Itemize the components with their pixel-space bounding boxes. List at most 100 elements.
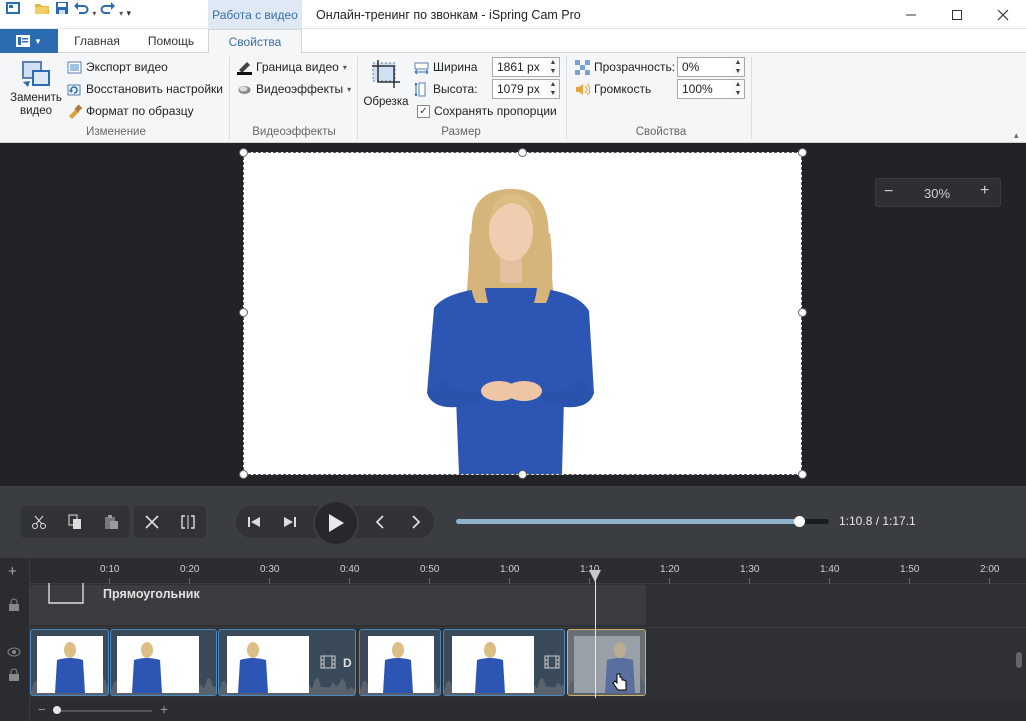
maximize-button[interactable]: [934, 0, 980, 29]
skip-to-end-button[interactable]: [272, 506, 308, 538]
context-tab-header: Работа с видео: [208, 0, 302, 29]
chevron-right-icon: [412, 515, 421, 529]
playhead-handle[interactable]: [589, 570, 601, 582]
replace-video-icon: [22, 61, 50, 87]
time-readout: 1:10.8 / 1:17.1: [839, 514, 916, 528]
minimize-button[interactable]: [888, 0, 934, 29]
video-clip-selected[interactable]: [567, 629, 646, 696]
group-divider: [566, 57, 567, 139]
skip-forward-icon: [284, 517, 296, 527]
copy-button[interactable]: [57, 506, 93, 538]
width-icon: [414, 62, 429, 74]
open-folder-icon[interactable]: [34, 0, 50, 16]
crop-button[interactable]: Обрезка: [362, 58, 410, 112]
ruler-tick-label: 0:50: [420, 564, 440, 575]
resize-handle[interactable]: [239, 148, 248, 157]
play-button[interactable]: [313, 500, 359, 546]
rectangle-shape-icon: [48, 583, 84, 604]
video-clip[interactable]: [359, 629, 441, 696]
delete-button[interactable]: [134, 506, 170, 538]
undo-icon[interactable]: [73, 0, 89, 16]
timeline-zoom-out-button[interactable]: −: [38, 702, 46, 717]
video-clip[interactable]: [443, 629, 565, 696]
save-icon[interactable]: [54, 0, 70, 16]
video-clip[interactable]: [110, 629, 217, 696]
export-video-button[interactable]: Экспорт видео: [67, 57, 168, 77]
keep-proportions-label: Сохранять пропорции: [434, 104, 557, 118]
tab-home[interactable]: Главная: [66, 29, 128, 53]
visibility-eye-icon[interactable]: [7, 646, 21, 660]
restore-settings-button[interactable]: Восстановить настройки: [67, 79, 223, 99]
clip-thumbnail: [227, 636, 309, 693]
resize-handle[interactable]: [798, 470, 807, 479]
restore-settings-icon: [67, 84, 81, 95]
customize-toolbar-icon[interactable]: ▾: [126, 8, 131, 18]
zoom-out-button[interactable]: −: [884, 183, 893, 201]
lock-icon[interactable]: [8, 668, 20, 684]
zoom-in-button[interactable]: +: [980, 182, 989, 200]
video-effects-button[interactable]: Видеоэффекты ▾: [237, 79, 351, 99]
paste-button[interactable]: [93, 506, 129, 538]
app-menu-button[interactable]: ▼: [0, 29, 58, 53]
chevron-down-icon: ▼: [34, 36, 42, 46]
height-label-text: Высота:: [433, 82, 478, 96]
tab-properties[interactable]: Свойства: [208, 29, 302, 54]
clip-thumbnail: [368, 636, 434, 693]
volume-input[interactable]: 100%: [677, 79, 733, 99]
width-input[interactable]: 1861 px: [492, 57, 548, 77]
timeline-footer: [30, 700, 1026, 721]
resize-handle[interactable]: [798, 148, 807, 157]
height-spinner[interactable]: ▲ ▼: [547, 79, 560, 99]
video-frame[interactable]: [239, 148, 807, 479]
skip-to-start-button[interactable]: [236, 506, 272, 538]
video-clip[interactable]: D: [218, 629, 356, 696]
undo-dropdown-icon[interactable]: ▾: [92, 9, 96, 18]
film-icon: [320, 655, 336, 669]
close-button[interactable]: [980, 0, 1026, 29]
progress-knob[interactable]: [794, 516, 805, 527]
volume-spinner[interactable]: ▲ ▼: [732, 79, 745, 99]
volume-label-text: Громкость: [594, 82, 652, 96]
collapse-ribbon-icon[interactable]: ▴: [1014, 130, 1019, 141]
format-painter-button[interactable]: Формат по образцу: [67, 101, 194, 121]
keep-proportions-checkbox[interactable]: ✓ Сохранять пропорции: [417, 101, 557, 121]
quick-access-toolbar: ▾ ▾ ▾: [5, 0, 131, 19]
replace-video-button[interactable]: Заменить видео: [8, 58, 64, 122]
transparency-input[interactable]: 0%: [677, 57, 733, 77]
resize-handle[interactable]: [518, 148, 527, 157]
resize-handle[interactable]: [239, 470, 248, 479]
close-icon: [997, 9, 1009, 20]
lock-icon[interactable]: [8, 598, 20, 614]
rectangle-clip[interactable]: Прямоугольник: [30, 583, 646, 625]
ruler-tick-label: 1:50: [900, 564, 920, 575]
redo-icon[interactable]: [100, 0, 116, 16]
split-icon: [181, 515, 195, 529]
app-icon[interactable]: [5, 0, 21, 16]
width-spinner[interactable]: ▲ ▼: [547, 57, 560, 77]
tab-help[interactable]: Помощь: [138, 29, 204, 53]
split-button[interactable]: [170, 506, 206, 538]
height-label: Высота:: [414, 79, 478, 99]
timeline-zoom-in-button[interactable]: +: [160, 701, 168, 717]
video-clip[interactable]: [30, 629, 109, 696]
cut-button[interactable]: [21, 506, 57, 538]
timeline-scrollbar[interactable]: [1016, 652, 1022, 668]
skip-back-icon: [248, 517, 260, 527]
resize-handle[interactable]: [798, 308, 807, 317]
timeline-zoom-slider[interactable]: [56, 710, 152, 712]
resize-handle[interactable]: [518, 470, 527, 479]
transparency-spinner[interactable]: ▲ ▼: [732, 57, 745, 77]
timeline-zoom-knob[interactable]: [53, 706, 61, 714]
group-divider: [229, 57, 230, 139]
width-label: Ширина: [414, 57, 477, 77]
height-input[interactable]: 1079 px: [492, 79, 548, 99]
redo-dropdown-icon[interactable]: ▾: [119, 9, 123, 18]
next-frame-button[interactable]: [398, 506, 434, 538]
add-track-button[interactable]: +: [8, 563, 17, 580]
previous-frame-button[interactable]: [362, 506, 398, 538]
paste-icon: [105, 515, 118, 529]
resize-handle[interactable]: [239, 308, 248, 317]
ruler-tick-label: 0:40: [340, 564, 360, 575]
group-label-effects: Видеоэффекты: [252, 126, 336, 138]
video-border-button[interactable]: Граница видео ▾: [237, 57, 347, 77]
